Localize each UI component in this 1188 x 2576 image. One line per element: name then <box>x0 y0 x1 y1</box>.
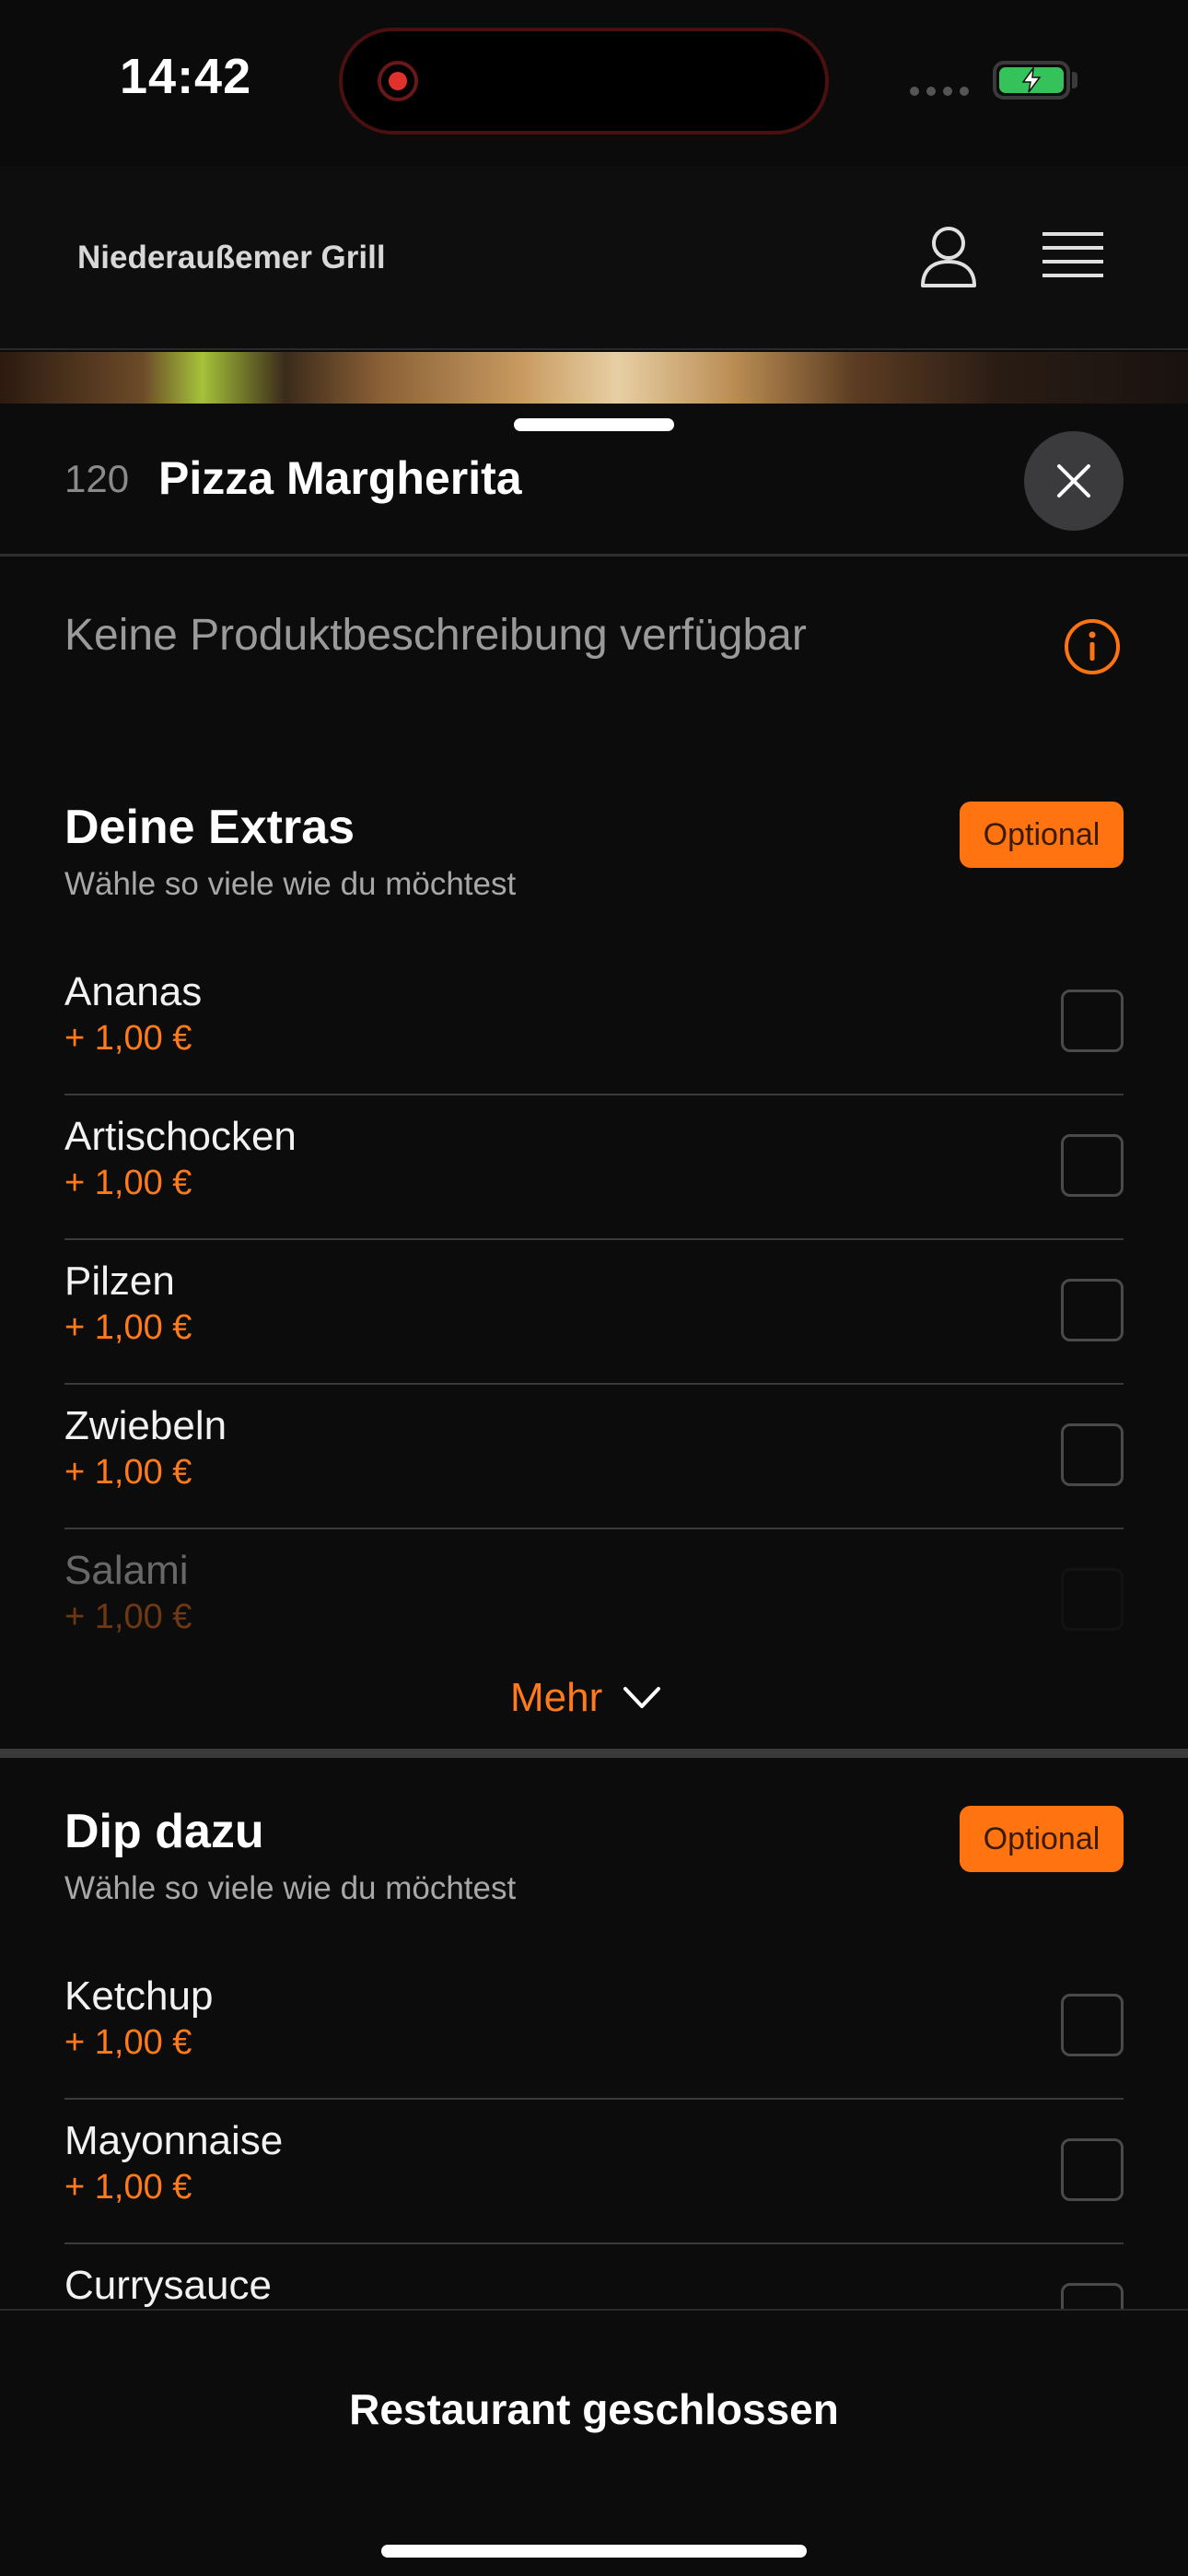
dip-option-currysauce[interactable]: Currysauce <box>64 2244 1124 2311</box>
section-divider <box>0 1749 1188 1758</box>
sheet-header: 120 Pizza Margherita <box>0 404 1188 556</box>
product-name: Pizza Margherita <box>158 452 522 504</box>
option-name: Salami <box>64 1548 189 1593</box>
option-price: + 1,00 € <box>64 1453 192 1492</box>
option-checkbox[interactable] <box>1061 1568 1124 1631</box>
option-name: Mayonnaise <box>64 2118 284 2163</box>
optional-badge: Optional <box>960 1806 1124 1872</box>
dip-option-mayonnaise[interactable]: Mayonnaise + 1,00 € <box>64 2100 1124 2244</box>
show-more-button[interactable]: Mehr <box>510 1666 661 1730</box>
bottom-bar: Restaurant geschlossen <box>0 2309 1188 2576</box>
chevron-down-icon <box>623 1687 661 1708</box>
product-image <box>0 352 1188 407</box>
option-checkbox[interactable] <box>1061 1134 1124 1197</box>
option-checkbox[interactable] <box>1061 2283 1124 2311</box>
group-title: Deine Extras <box>64 801 355 854</box>
option-checkbox[interactable] <box>1061 2138 1124 2201</box>
user-icon[interactable] <box>919 225 978 289</box>
restaurant-name: Niederaußemer Grill <box>77 240 386 275</box>
recording-indicator-icon <box>378 61 418 101</box>
option-name: Zwiebeln <box>64 1403 227 1448</box>
status-time: 14:42 <box>120 49 252 104</box>
show-more-label: Mehr <box>510 1675 603 1720</box>
extra-option-salami[interactable]: Salami + 1,00 € <box>64 1529 1124 1674</box>
cellular-signal-icon <box>910 87 969 96</box>
status-bar: 14:42 <box>0 0 1188 166</box>
product-description: Keine Produktbeschreibung verfügbar <box>64 611 807 660</box>
home-indicator[interactable] <box>381 2545 807 2558</box>
option-price: + 1,00 € <box>64 1019 192 1058</box>
close-button[interactable] <box>1024 431 1124 531</box>
extra-option-pilzen[interactable]: Pilzen + 1,00 € <box>64 1240 1124 1385</box>
option-price: + 1,00 € <box>64 1164 192 1202</box>
option-name: Ketchup <box>64 1973 214 2019</box>
product-sheet: 120 Pizza Margherita Keine Produktbeschr… <box>0 404 1188 2311</box>
option-price: + 1,00 € <box>64 1598 192 1636</box>
optional-badge: Optional <box>960 802 1124 868</box>
option-checkbox[interactable] <box>1061 1423 1124 1486</box>
option-price: + 1,00 € <box>64 2023 192 2062</box>
restaurant-closed-label: Restaurant geschlossen <box>349 2385 839 2433</box>
option-name: Ananas <box>64 969 203 1014</box>
screen: 14:42 Niederaußemer Grill 120 Pizza Marg… <box>0 0 1188 2576</box>
battery-charging-icon <box>993 61 1070 100</box>
option-price: + 1,00 € <box>64 2168 192 2207</box>
extra-option-artischocken[interactable]: Artischocken + 1,00 € <box>64 1095 1124 1240</box>
option-name: Currysauce <box>64 2263 272 2308</box>
option-checkbox[interactable] <box>1061 1994 1124 2056</box>
option-name: Pilzen <box>64 1259 175 1304</box>
info-icon[interactable] <box>1063 617 1122 676</box>
option-price: + 1,00 € <box>64 1308 192 1347</box>
dynamic-island <box>339 28 829 135</box>
sheet-grabber[interactable] <box>514 418 674 431</box>
extra-option-zwiebeln[interactable]: Zwiebeln + 1,00 € <box>64 1385 1124 1529</box>
option-checkbox[interactable] <box>1061 1279 1124 1341</box>
close-icon <box>1057 464 1090 498</box>
dip-option-ketchup[interactable]: Ketchup + 1,00 € <box>64 1955 1124 2100</box>
app-header: Niederaußemer Grill <box>0 166 1188 350</box>
group-subtitle: Wähle so viele wie du möchtest <box>64 866 517 902</box>
option-checkbox[interactable] <box>1061 989 1124 1052</box>
extra-option-ananas[interactable]: Ananas + 1,00 € <box>64 951 1124 1095</box>
battery-tip <box>1072 72 1077 88</box>
group-title: Dip dazu <box>64 1805 264 1858</box>
option-name: Artischocken <box>64 1114 297 1159</box>
menu-icon[interactable] <box>1042 230 1103 282</box>
group-subtitle: Wähle so viele wie du möchtest <box>64 1870 517 1906</box>
product-number: 120 <box>64 457 130 500</box>
